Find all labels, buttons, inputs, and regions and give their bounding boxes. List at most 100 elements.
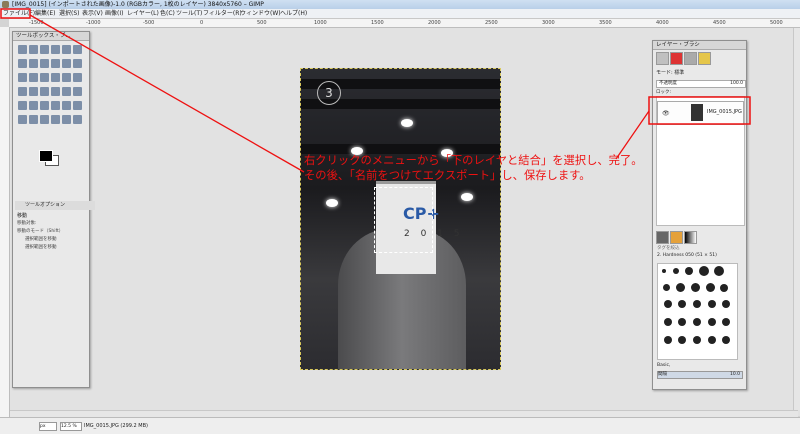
menu-help[interactable]: ヘルプ(H): [280, 9, 307, 18]
zoom-tool-icon[interactable]: [51, 59, 60, 68]
blend-tool-icon[interactable]: [73, 87, 82, 96]
heal-tool-icon[interactable]: [29, 115, 38, 124]
tab-gradients[interactable]: [684, 231, 697, 244]
eraser-tool-icon[interactable]: [40, 101, 49, 110]
brush-swatch[interactable]: [678, 318, 686, 326]
unit-select[interactable]: px: [39, 422, 57, 431]
menu-file[interactable]: ファイル(F): [3, 9, 35, 18]
mypaint-brush-tool-icon[interactable]: [73, 101, 82, 110]
foreground-select-tool-icon[interactable]: [18, 59, 27, 68]
warp-tool-icon[interactable]: [40, 87, 49, 96]
brush-swatch[interactable]: [673, 268, 679, 274]
brush-swatch[interactable]: [708, 318, 716, 326]
brush-swatch[interactable]: [664, 318, 672, 326]
mode-value[interactable]: 標準: [674, 70, 684, 76]
fuzzy-select-tool-icon[interactable]: [51, 45, 60, 54]
brush-swatch[interactable]: [691, 283, 700, 292]
option-radio-2[interactable]: 選択範囲を移動: [25, 244, 57, 250]
opacity-slider[interactable]: 不透明度 100.0: [656, 80, 746, 88]
tab-tool-options[interactable]: ツールオプション: [15, 201, 95, 210]
tab-patterns[interactable]: [670, 231, 683, 244]
perspective-clone-tool-icon[interactable]: [40, 115, 49, 124]
shear-tool-icon[interactable]: [62, 73, 71, 82]
menu-layer[interactable]: レイヤー(L): [127, 9, 159, 18]
paintbrush-tool-icon[interactable]: [29, 101, 38, 110]
menu-tools[interactable]: ツール(T): [176, 9, 202, 18]
brush-grid[interactable]: [657, 263, 738, 360]
layer-row[interactable]: 👁 IMG_0015.JPG: [657, 101, 744, 125]
brush-swatch[interactable]: [708, 300, 716, 308]
window-title: [IMG_0015] (インポートされた画像)-1.0 (RGBカラー, 1枚の…: [12, 1, 264, 8]
selection-marquee[interactable]: [374, 187, 433, 253]
zoom-select[interactable]: 12.5 %: [60, 422, 82, 431]
vertical-scrollbar[interactable]: [793, 28, 800, 410]
foreground-color[interactable]: [39, 150, 53, 162]
tab-channels[interactable]: [670, 52, 683, 65]
bucket-fill-tool-icon[interactable]: [62, 87, 71, 96]
brush-swatch[interactable]: [708, 336, 716, 344]
scissors-tool-icon[interactable]: [73, 45, 82, 54]
pencil-tool-icon[interactable]: [18, 101, 27, 110]
ink-tool-icon[interactable]: [62, 101, 71, 110]
brush-swatch[interactable]: [714, 266, 724, 276]
crop-tool-icon[interactable]: [29, 73, 38, 82]
menu-edit[interactable]: 編集(E): [35, 9, 55, 18]
brush-swatch[interactable]: [699, 266, 709, 276]
tab-undo[interactable]: [698, 52, 711, 65]
brush-swatch[interactable]: [664, 336, 672, 344]
tab-paths[interactable]: [684, 52, 697, 65]
brush-swatch[interactable]: [722, 300, 730, 308]
color-select-tool-icon[interactable]: [62, 45, 71, 54]
rect-select-tool-icon[interactable]: [18, 45, 27, 54]
menu-select[interactable]: 選択(S): [59, 9, 80, 18]
free-select-tool-icon[interactable]: [40, 45, 49, 54]
blur-tool-icon[interactable]: [51, 115, 60, 124]
measure-tool-icon[interactable]: [62, 59, 71, 68]
brush-swatch[interactable]: [662, 269, 666, 273]
tab-layers[interactable]: [656, 52, 669, 65]
brush-swatch[interactable]: [664, 300, 672, 308]
tab-brushes[interactable]: [656, 231, 669, 244]
brush-swatch[interactable]: [693, 318, 701, 326]
brush-swatch[interactable]: [685, 267, 693, 275]
brush-swatch[interactable]: [678, 300, 686, 308]
eye-icon[interactable]: 👁: [662, 110, 670, 117]
menu-image[interactable]: 画像(I): [105, 9, 123, 18]
brush-swatch[interactable]: [722, 336, 730, 344]
brush-swatch[interactable]: [676, 283, 685, 292]
text-tool-icon[interactable]: [51, 87, 60, 96]
scale-tool-icon[interactable]: [51, 73, 60, 82]
mode-row[interactable]: モード: 標準: [656, 69, 684, 76]
option-radio-1[interactable]: 選択範囲を移動: [25, 236, 57, 242]
rotate-tool-icon[interactable]: [40, 73, 49, 82]
menu-filters[interactable]: フィルター(R): [203, 9, 242, 18]
airbrush-tool-icon[interactable]: [51, 101, 60, 110]
image-canvas[interactable]: 3 CP+ 2 0 1 5: [300, 68, 501, 370]
flip-tool-icon[interactable]: [18, 87, 27, 96]
color-picker-tool-icon[interactable]: [40, 59, 49, 68]
smudge-tool-icon[interactable]: [62, 115, 71, 124]
menu-color[interactable]: 色(C): [160, 9, 175, 18]
menu-view[interactable]: 表示(V): [82, 9, 103, 18]
brush-swatch[interactable]: [706, 283, 715, 292]
ellipse-select-tool-icon[interactable]: [29, 45, 38, 54]
brush-swatch[interactable]: [693, 300, 701, 308]
cage-tool-icon[interactable]: [29, 87, 38, 96]
brush-swatch[interactable]: [663, 284, 670, 291]
brush-swatch[interactable]: [720, 284, 728, 292]
clone-tool-icon[interactable]: [18, 115, 27, 124]
spacing-slider[interactable]: 間隔 10.0: [657, 371, 743, 379]
paths-tool-icon[interactable]: [29, 59, 38, 68]
brush-tag-filter[interactable]: タグを絞込: [657, 245, 680, 251]
dodge-burn-tool-icon[interactable]: [73, 115, 82, 124]
menu-windows[interactable]: ウィンドウ(W): [240, 9, 281, 18]
align-tool-icon[interactable]: [18, 73, 27, 82]
brush-swatch[interactable]: [722, 318, 730, 326]
perspective-tool-icon[interactable]: [73, 73, 82, 82]
fg-bg-color-swatch[interactable]: [39, 150, 59, 166]
brush-swatch[interactable]: [693, 336, 701, 344]
horizontal-scrollbar[interactable]: [10, 410, 798, 417]
brush-category[interactable]: Basic,: [657, 363, 670, 368]
move-tool-icon[interactable]: [73, 59, 82, 68]
brush-swatch[interactable]: [678, 336, 686, 344]
